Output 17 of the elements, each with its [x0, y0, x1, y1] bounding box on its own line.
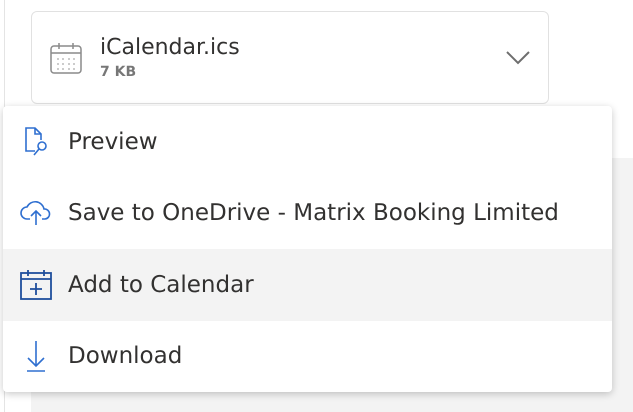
- attachment-card[interactable]: iCalendar.ics 7 KB: [31, 11, 549, 104]
- file-search-icon: [23, 126, 49, 158]
- menu-item-label: Preview: [68, 128, 158, 155]
- file-name: iCalendar.ics: [100, 34, 241, 62]
- menu-item-label: Download: [68, 343, 182, 370]
- download-icon: [25, 340, 47, 372]
- menu-item[interactable]: Download: [3, 320, 612, 392]
- cloud-upload-icon: [20, 200, 52, 226]
- menu-item[interactable]: Save to OneDrive - Matrix Booking Limited: [3, 178, 612, 249]
- menu-item[interactable]: Preview: [3, 106, 612, 178]
- menu-item[interactable]: Add to Calendar: [3, 249, 612, 320]
- calendar-icon: [50, 42, 82, 74]
- file-size: 7 KB: [100, 62, 138, 82]
- menu-item-label: Add to Calendar: [68, 272, 254, 298]
- calendar-add-icon: [20, 270, 52, 300]
- chevron-icon[interactable]: [506, 50, 530, 64]
- menu-item-label: Save to OneDrive - Matrix Booking Limited: [68, 200, 559, 226]
